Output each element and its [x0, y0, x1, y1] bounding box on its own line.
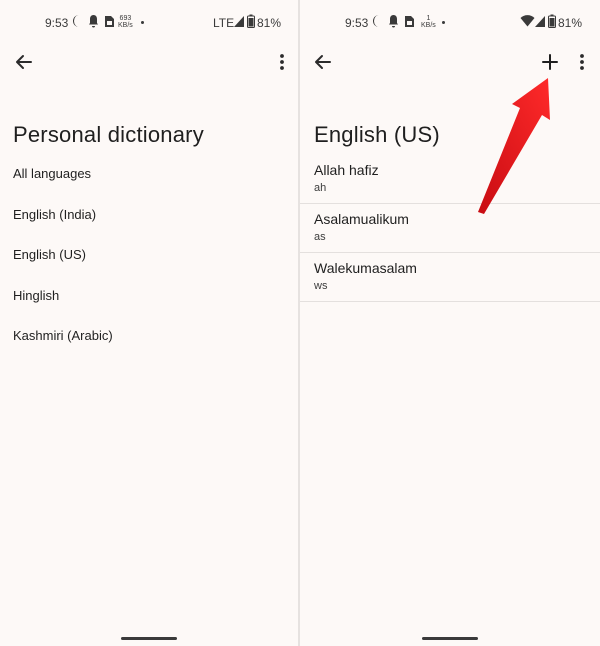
battery-percent: 81%	[257, 16, 282, 30]
gesture-handle[interactable]	[121, 637, 177, 640]
dictionary-shortcut: as	[314, 231, 326, 243]
language-list: All languages English (India) English (U…	[13, 162, 298, 365]
gesture-handle[interactable]	[422, 637, 478, 640]
dictionary-word: Asalamualikum	[314, 211, 409, 227]
dictionary-shortcut: ws	[314, 280, 328, 292]
battery-icon	[247, 14, 255, 28]
signal-icon	[535, 16, 545, 27]
bell-icon	[389, 15, 398, 28]
notification-dot	[442, 21, 445, 24]
dictionary-word: Walekumasalam	[314, 260, 417, 276]
status-time: 9:53	[45, 16, 69, 30]
notification-dot	[141, 21, 144, 24]
net-speed-value: 693	[119, 15, 132, 22]
list-item[interactable]: Walekumasalam ws	[300, 253, 600, 302]
page-title: English (US)	[314, 122, 440, 147]
dictionary-shortcut: ah	[314, 182, 327, 194]
status-bar: 9:53 1 KB/s 81%	[300, 12, 600, 34]
sim-icon	[405, 16, 414, 27]
language-item-kashmiri-arabic[interactable]: Kashmiri (Arabic)	[13, 324, 298, 365]
battery-icon	[548, 14, 556, 28]
app-bar	[300, 48, 600, 78]
wifi-icon	[520, 15, 535, 27]
language-item-english-india[interactable]: English (India)	[13, 203, 298, 244]
language-item-all[interactable]: All languages	[13, 162, 298, 203]
net-speed-unit: KB/s	[421, 22, 436, 29]
dictionary-word: Allah hafiz	[314, 162, 379, 178]
back-arrow-icon[interactable]	[311, 50, 335, 74]
more-vert-icon[interactable]	[570, 50, 594, 74]
more-vert-icon[interactable]	[270, 50, 294, 74]
net-speed: 1 KB/s	[421, 15, 436, 29]
page-title: Personal dictionary	[13, 122, 204, 147]
list-item[interactable]: Allah hafiz ah	[300, 155, 600, 204]
net-speed-value: 1	[426, 15, 431, 22]
add-icon[interactable]	[538, 50, 562, 74]
language-item-hinglish[interactable]: Hinglish	[13, 284, 298, 325]
signal-icon	[234, 16, 244, 27]
battery-percent: 81%	[558, 16, 583, 30]
back-arrow-icon[interactable]	[12, 50, 36, 74]
status-bar: 9:53 693 KB/s LTE 81%	[0, 12, 298, 34]
english-us-dictionary-screen: 9:53 1 KB/s 81% English (US) Allah hafiz…	[300, 0, 600, 646]
moon-icon	[73, 15, 79, 27]
app-bar	[0, 48, 298, 78]
status-time: 9:53	[345, 16, 369, 30]
moon-icon	[373, 15, 379, 27]
bell-icon	[89, 15, 98, 28]
personal-dictionary-screen: 9:53 693 KB/s LTE 81% Personal dictionar…	[0, 0, 298, 646]
language-item-english-us[interactable]: English (US)	[13, 243, 298, 284]
net-speed: 693 KB/s	[118, 15, 133, 29]
dictionary-word-list: Allah hafiz ah Asalamualikum as Walekuma…	[300, 155, 600, 302]
list-item[interactable]: Asalamualikum as	[300, 204, 600, 253]
network-type: LTE	[213, 16, 235, 30]
sim-icon	[105, 16, 114, 27]
net-speed-unit: KB/s	[118, 22, 133, 29]
